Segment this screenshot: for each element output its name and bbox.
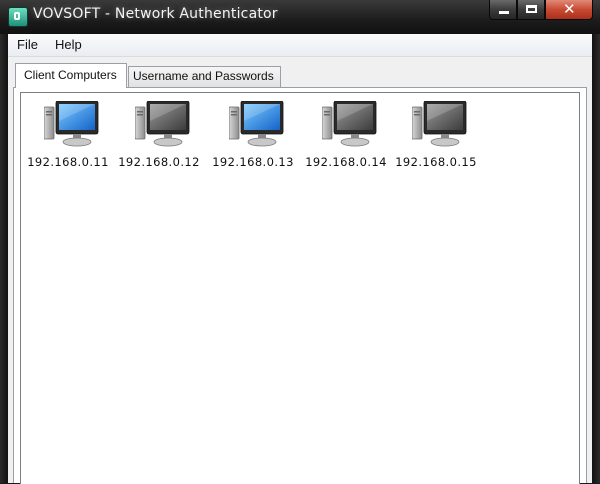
computer-item[interactable]: 192.168.0.15 [394, 100, 478, 171]
maximize-button[interactable] [517, 0, 545, 20]
window-title: VOVSOFT - Network Authenticator [33, 6, 278, 22]
computer-ip-label: 192.168.0.12 [118, 155, 200, 169]
computer-ip-label: 192.168.0.15 [395, 155, 477, 169]
computer-item[interactable]: 192.168.0.14 [304, 100, 388, 171]
computer-icon [43, 100, 100, 147]
app-window: VOVSOFT - Network Authenticator ✕ File H… [0, 0, 600, 484]
computer-item[interactable]: 192.168.0.11 [26, 100, 110, 171]
computer-list[interactable]: 192.168.0.11 192.168.0.12 192.168.0.13 192.… [20, 92, 580, 484]
computer-icon [228, 100, 285, 147]
computer-item[interactable]: 192.168.0.13 [211, 100, 295, 171]
computer-ip-label: 192.168.0.13 [212, 155, 294, 169]
computer-item[interactable]: 192.168.0.12 [117, 100, 201, 171]
computer-icon [411, 100, 468, 147]
minimize-icon [499, 11, 509, 14]
menu-file[interactable]: File [17, 37, 38, 52]
close-button[interactable]: ✕ [545, 0, 593, 20]
minimize-button[interactable] [489, 0, 517, 20]
computer-icon [134, 100, 191, 147]
title-bar[interactable]: VOVSOFT - Network Authenticator ✕ [0, 0, 600, 34]
maximize-icon [526, 5, 537, 13]
caption-buttons: ✕ [489, 0, 593, 22]
menu-bar: File Help [8, 34, 592, 57]
client-area: File Help Client Computers Username and … [8, 34, 592, 484]
window-border-right [592, 34, 600, 483]
close-icon: ✕ [563, 0, 576, 18]
tab-client-computers[interactable]: Client Computers [15, 63, 127, 88]
computer-icon [321, 100, 378, 147]
tab-username-passwords[interactable]: Username and Passwords [128, 66, 281, 87]
computer-ip-label: 192.168.0.14 [305, 155, 387, 169]
menu-help[interactable]: Help [55, 37, 82, 52]
computer-ip-label: 192.168.0.11 [27, 155, 109, 169]
window-border-left [0, 34, 8, 483]
app-icon[interactable] [8, 7, 28, 27]
tab-panel-client-computers: 192.168.0.11 192.168.0.12 192.168.0.13 192.… [13, 87, 587, 484]
